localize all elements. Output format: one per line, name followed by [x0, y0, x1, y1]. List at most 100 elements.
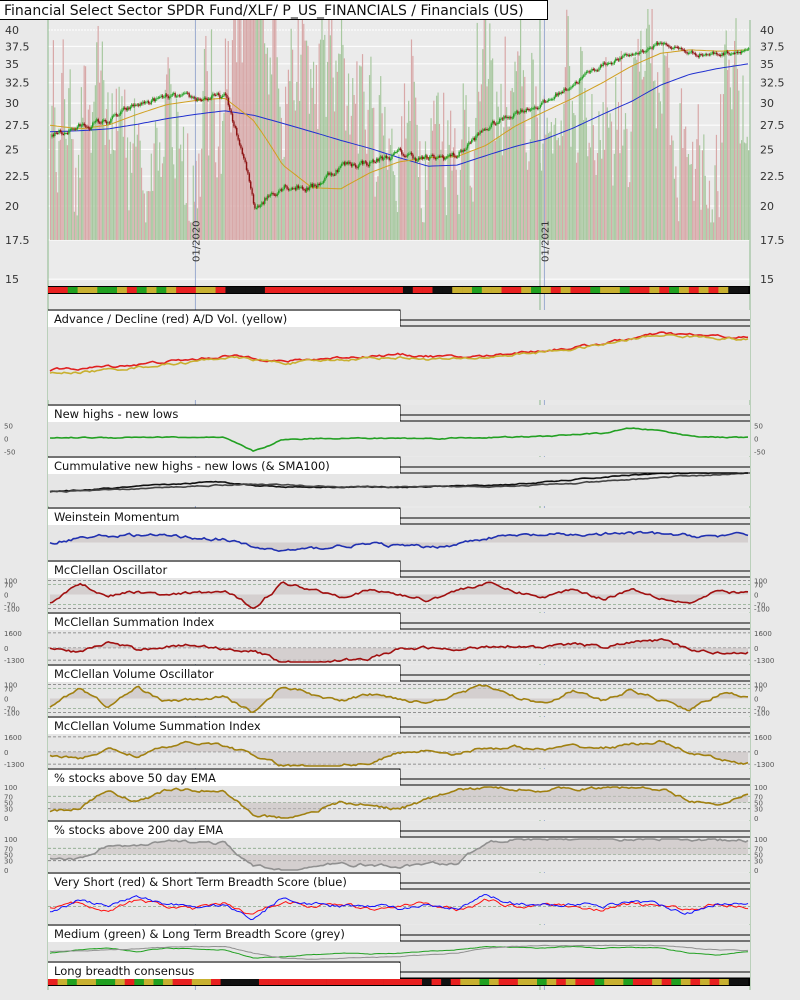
volume-bar [282, 158, 284, 240]
volume-bar [206, 71, 208, 240]
long-breadth-consensus-bar-segment [498, 979, 509, 985]
candle [420, 156, 423, 159]
volume-bar [210, 29, 213, 240]
candle [56, 132, 59, 134]
candle [487, 129, 490, 131]
volume-bar [410, 39, 413, 240]
volume-bar [624, 113, 627, 240]
volume-bar [154, 121, 157, 240]
volume-bar [187, 133, 189, 240]
candle [167, 95, 169, 99]
volume-bar [426, 190, 428, 240]
volume-bar [160, 176, 162, 240]
candle [718, 54, 721, 56]
y-tick-right: 22.5 [760, 170, 785, 183]
candle [375, 158, 378, 163]
y-tick-right: 15 [760, 273, 774, 286]
volume-bar [473, 150, 476, 240]
candle [192, 97, 195, 99]
volume-bar [433, 100, 435, 240]
candle [118, 114, 120, 116]
volume-bar [343, 58, 345, 240]
candle [465, 148, 467, 151]
candle [181, 94, 183, 96]
candle [293, 187, 295, 189]
volume-bar [237, 9, 239, 240]
volume-bar [297, 9, 299, 240]
volume-bar [694, 168, 697, 240]
breadth-status-bar-segment [521, 287, 532, 293]
candle [226, 95, 228, 98]
volume-bar [336, 71, 338, 240]
candle [212, 94, 214, 97]
long-breadth-consensus-bar-segment [172, 979, 183, 985]
candle [68, 130, 70, 134]
panel-label: McClellan Oscillator [48, 562, 400, 578]
volume-bar [524, 76, 526, 240]
candle [564, 88, 567, 90]
volume-bar [382, 135, 385, 240]
candle [133, 104, 136, 107]
candle [178, 95, 181, 97]
panel-axis-left: 100 [4, 784, 17, 792]
breadth-status-bar-segment [166, 287, 177, 293]
candle [545, 101, 547, 103]
volume-bar [746, 136, 748, 240]
candle [328, 172, 330, 175]
long-breadth-consensus-bar-segment [642, 979, 653, 985]
volume-bar [659, 101, 662, 240]
volume-bar [171, 147, 173, 240]
volume-bar [697, 104, 699, 240]
candle [662, 43, 665, 45]
candle [522, 111, 525, 113]
candle [485, 129, 487, 131]
candle [117, 115, 119, 117]
y-tick-right: 25 [760, 143, 774, 156]
volume-bar [266, 47, 269, 240]
long-breadth-consensus-bar-segment [163, 979, 173, 985]
panel-axis-left: 30 [4, 858, 13, 866]
volume-bar [479, 101, 481, 240]
breadth-status-bar-segment [255, 287, 266, 293]
volume-bar [731, 109, 733, 241]
panel-axis-right: -100 [754, 606, 770, 614]
candle [417, 157, 420, 161]
volume-bar [538, 139, 540, 240]
candle [535, 107, 537, 109]
long-breadth-consensus-bar-segment [690, 979, 701, 985]
candle [373, 160, 375, 163]
volume-bar [589, 147, 592, 240]
candle [51, 134, 53, 138]
candle [350, 163, 353, 167]
candle [494, 123, 497, 125]
candle [62, 133, 64, 135]
volume-bar [180, 144, 182, 240]
volume-bar [503, 127, 505, 240]
volume-bar [748, 150, 750, 240]
candle [592, 68, 595, 70]
panel-axis-left: -100 [4, 606, 20, 614]
candle [76, 126, 78, 130]
volume-bar [240, 16, 242, 241]
candle [401, 150, 403, 154]
candle [384, 155, 386, 159]
volume-bar [52, 40, 54, 240]
candle [436, 158, 438, 160]
candle [666, 45, 669, 47]
y-tick-left: 32.5 [5, 77, 30, 90]
candle [743, 50, 746, 52]
candle [725, 51, 728, 53]
volume-bar [595, 174, 597, 240]
volume-bar [669, 144, 671, 240]
volume-bar [610, 121, 613, 240]
y-tick-left: 25 [5, 143, 19, 156]
candle [215, 94, 217, 96]
volume-bar [220, 173, 222, 240]
y-tick-right: 37.5 [760, 40, 785, 53]
candle [588, 71, 590, 73]
volume-bar [173, 164, 175, 240]
volume-bar [146, 191, 148, 240]
breadth-status-bar-segment [432, 287, 443, 293]
candle [636, 53, 638, 55]
long-breadth-consensus-bar-segment [546, 979, 557, 985]
